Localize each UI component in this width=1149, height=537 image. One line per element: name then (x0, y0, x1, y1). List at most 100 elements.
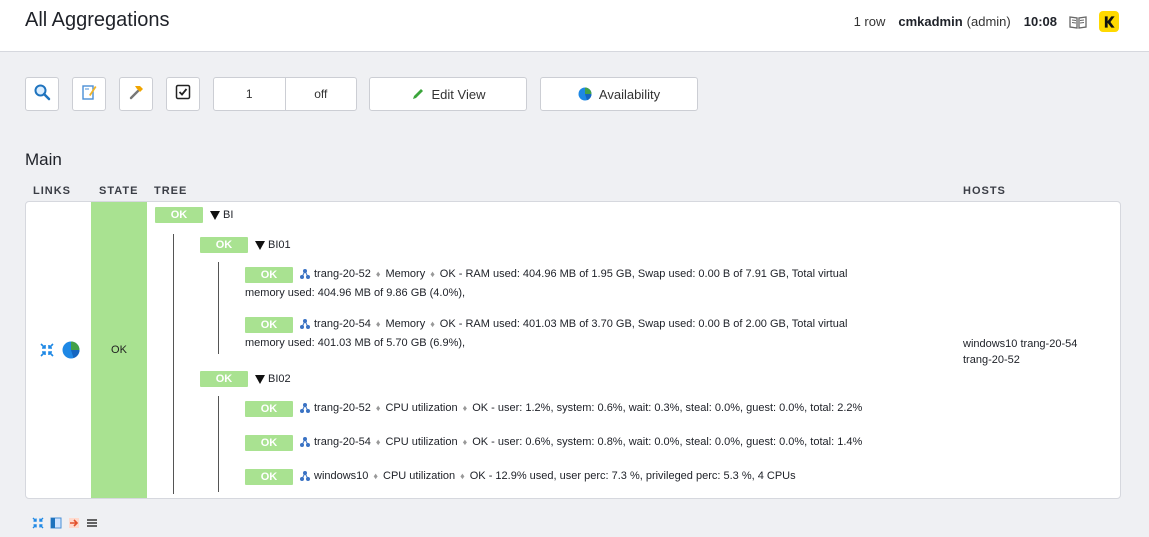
commands-button[interactable] (119, 77, 153, 111)
leaf-cpu-trang-20-52: trang-20-52 ♦ CPU utilization ♦ OK - user: 1… (299, 402, 862, 414)
availability-icon[interactable] (62, 341, 80, 364)
separator: ♦ (462, 437, 468, 447)
separator: ♦ (430, 269, 435, 279)
nodes-icon[interactable] (299, 470, 311, 482)
expanded-triangle-icon (255, 240, 265, 250)
nodes-icon[interactable] (299, 318, 311, 330)
node-label: BI02 (268, 373, 291, 385)
column-header-hosts[interactable]: HOSTS (963, 185, 1006, 197)
expanded-triangle-icon (255, 374, 265, 384)
nodes-icon[interactable] (299, 268, 311, 280)
leaf-state-badge: OK (245, 401, 293, 417)
separator: ♦ (460, 471, 465, 481)
leaf-host[interactable]: trang-20-52 (314, 402, 371, 414)
hammer-icon (127, 83, 145, 106)
root-state-badge: OK (155, 207, 203, 223)
separator: ♦ (375, 437, 381, 447)
leaf-host[interactable]: trang-20-54 (314, 318, 371, 330)
column-header-state[interactable]: STATE (99, 185, 138, 197)
leaf-output: OK - 12.9% used, user perc: 7.3 %, privi… (469, 470, 796, 482)
separator: ♦ (375, 403, 381, 413)
separator: ♦ (373, 471, 379, 481)
layout-icon[interactable] (49, 516, 63, 530)
checkmk-logo[interactable] (1099, 11, 1119, 32)
pencil-icon (411, 87, 425, 101)
row-count: 1 row (853, 14, 886, 29)
tree-connector (218, 396, 219, 492)
tree-connector (173, 234, 174, 494)
leaf-service[interactable]: Memory (385, 318, 425, 330)
pager-toggle[interactable]: off (284, 78, 357, 110)
node-label: BI (223, 209, 234, 221)
aggregation-table: OK OK BI OK BI01 OK trang-20-52 ♦ Memory ♦ O… (25, 201, 1121, 499)
book-icon[interactable] (1069, 15, 1087, 29)
expanded-triangle-icon (210, 210, 220, 220)
node-label: BI01 (268, 239, 291, 251)
separator: ♦ (430, 319, 435, 329)
leaf-output: OK - RAM used: 404.96 MB of 1.95 GB, Swa… (439, 268, 848, 280)
header-status: 1 row cmkadmin (admin) 10:08 (854, 11, 1119, 32)
refresh-pager: 1 off (213, 77, 357, 111)
column-header-links[interactable]: LINKS (33, 185, 71, 197)
separator: ♦ (375, 269, 381, 279)
leaf-state-badge: OK (245, 267, 293, 283)
menu-icon[interactable] (85, 516, 99, 530)
leaf-cpu-trang-20-54: trang-20-54 ♦ CPU utilization ♦ OK - user: 0… (299, 436, 862, 448)
nodes-icon[interactable] (299, 436, 311, 448)
leaf-host[interactable]: windows10 (314, 470, 368, 482)
collapse-all-icon[interactable] (31, 516, 45, 530)
checkboxes-button[interactable] (166, 77, 200, 111)
collapse-icon[interactable] (38, 341, 56, 364)
nodes-icon[interactable] (299, 402, 311, 414)
filter-icon (80, 83, 98, 106)
availability-button[interactable]: Availability (540, 77, 698, 111)
leaf-output: OK - user: 1.2%, system: 0.6%, wait: 0.3… (472, 402, 863, 414)
search-button[interactable] (25, 77, 59, 111)
tree-connector (218, 262, 219, 354)
bi02-state-badge: OK (200, 371, 248, 387)
separator: ♦ (462, 403, 468, 413)
edit-view-button[interactable]: Edit View (369, 77, 527, 111)
separator: ♦ (375, 319, 381, 329)
leaf-output: OK - user: 0.6%, system: 0.8%, wait: 0.0… (472, 436, 863, 448)
row-links (38, 341, 80, 364)
leaf-output-continued: memory used: 401.03 MB of 5.70 GB (6.9%)… (245, 337, 466, 349)
leaf-output-continued: memory used: 404.96 MB of 9.86 GB (4.0%)… (245, 287, 466, 299)
hosts-line: windows10 trang-20-54 (963, 338, 1078, 350)
leaf-host[interactable]: trang-20-52 (314, 268, 371, 280)
hosts-line: trang-20-52 (963, 354, 1020, 366)
tree-node-bi02[interactable]: BI02 (255, 373, 291, 385)
leaf-service[interactable]: CPU utilization (385, 436, 457, 448)
leaf-state-badge: OK (245, 317, 293, 333)
hosts-cell: windows10 trang-20-54 trang-20-52 (963, 336, 1113, 368)
bi01-state-badge: OK (200, 237, 248, 253)
column-header-tree[interactable]: TREE (154, 185, 187, 197)
pager-value[interactable]: 1 (214, 78, 285, 110)
leaf-service[interactable]: CPU utilization (385, 402, 457, 414)
user-name[interactable]: cmkadmin (898, 14, 962, 29)
availability-label: Availability (598, 86, 661, 102)
export-icon[interactable] (67, 516, 81, 530)
leaf-service[interactable]: Memory (385, 268, 425, 280)
aggregation-state: OK (91, 202, 147, 498)
footer-toolbar (31, 516, 103, 530)
tree-node-bi01[interactable]: BI01 (255, 239, 291, 251)
leaf-cpu-windows10: windows10 ♦ CPU utilization ♦ OK - 12.9% use… (299, 470, 796, 482)
leaf-state-badge: OK (245, 469, 293, 485)
leaf-memory-trang-20-54: trang-20-54 ♦ Memory ♦ OK - RAM used: 401.03… (299, 318, 847, 330)
leaf-memory-trang-20-52: trang-20-52 ♦ Memory ♦ OK - RAM used: 404.96… (299, 268, 847, 280)
display-options-button[interactable] (72, 77, 106, 111)
leaf-state-badge: OK (245, 435, 293, 451)
view-toolbar: 1 off Edit View Availability (25, 77, 711, 111)
search-icon (33, 83, 51, 106)
user-role: (admin) (966, 14, 1011, 29)
checkbox-icon (174, 83, 192, 106)
group-title: Main (25, 150, 62, 169)
edit-view-label: Edit View (431, 86, 486, 102)
leaf-service[interactable]: CPU utilization (383, 470, 455, 482)
leaf-host[interactable]: trang-20-54 (314, 436, 371, 448)
clock: 10:08 (1023, 14, 1057, 29)
tree-node-bi[interactable]: BI (210, 209, 233, 221)
leaf-output: OK - RAM used: 401.03 MB of 3.70 GB, Swa… (439, 318, 848, 330)
availability-icon (578, 87, 592, 101)
